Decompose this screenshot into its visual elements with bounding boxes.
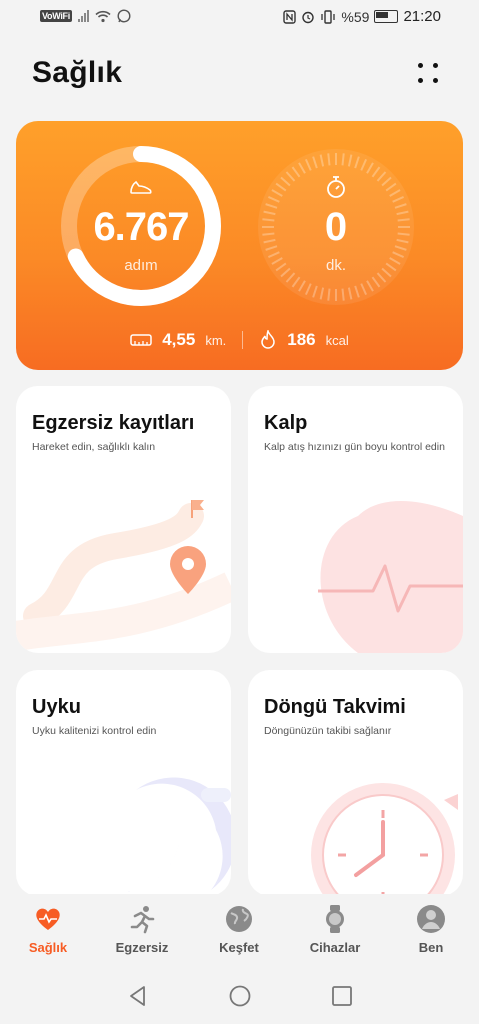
back-icon[interactable] bbox=[126, 984, 150, 1008]
flame-icon bbox=[261, 330, 276, 349]
profile-icon bbox=[417, 905, 445, 933]
steps-value: 6.767 bbox=[93, 205, 189, 249]
distance-calorie-row: 4,55 km. 186 kcal bbox=[16, 330, 463, 350]
battery-icon bbox=[374, 10, 399, 23]
nav-label: Keşfet bbox=[219, 940, 259, 955]
calories-value: 186 bbox=[287, 330, 316, 349]
stats-divider bbox=[242, 331, 244, 349]
nav-label: Egzersiz bbox=[115, 940, 169, 955]
recents-icon[interactable] bbox=[330, 984, 354, 1008]
shoe-icon bbox=[130, 180, 152, 194]
heart-rate-card[interactable]: Kalp Kalp atış hızınızı gün boyu kontrol… bbox=[248, 386, 463, 653]
heart-pulse-icon bbox=[36, 908, 60, 930]
minutes-value: 0 bbox=[324, 205, 348, 249]
steps-ring[interactable]: 6.767 adım bbox=[58, 143, 224, 309]
runner-icon bbox=[130, 906, 155, 934]
nav-tab-devices[interactable]: Cihazlar bbox=[295, 904, 375, 955]
status-bar: VoWiFi %59 21:20 bbox=[0, 0, 479, 36]
vowifi-badge: VoWiFi bbox=[40, 10, 72, 22]
tile-subtitle: Döngünüzün takibi sağlanır bbox=[264, 725, 392, 737]
nav-tab-health[interactable]: Sağlık bbox=[8, 904, 88, 955]
battery-percent: %59 bbox=[341, 8, 370, 25]
nav-tab-exercise[interactable]: Egzersiz bbox=[102, 904, 182, 955]
whatsapp-icon bbox=[117, 9, 131, 23]
nav-tab-discover[interactable]: Keşfet bbox=[199, 904, 279, 955]
watch-icon bbox=[326, 905, 344, 933]
activity-summary-card[interactable]: 6.767 adım 0 dk. 4,55 km. 186 kcal bbox=[16, 121, 463, 370]
alarm-icon bbox=[302, 11, 315, 23]
clock-time: 21:20 bbox=[403, 8, 441, 25]
nav-label: Ben bbox=[418, 940, 444, 955]
exercise-records-card[interactable]: Egzersiz kayıtları Hareket edin, sağlıkl… bbox=[16, 386, 231, 653]
distance-unit: km. bbox=[205, 332, 227, 348]
minutes-ring-tick bbox=[341, 288, 345, 301]
vibrate-icon bbox=[321, 9, 336, 24]
system-navigation-bar bbox=[0, 966, 479, 1024]
page-title: Sağlık bbox=[32, 56, 123, 89]
tile-subtitle: Hareket edin, sağlıklı kalın bbox=[32, 441, 156, 453]
stopwatch-icon bbox=[327, 176, 345, 198]
tile-title: Egzersiz kayıtları bbox=[32, 412, 195, 434]
tile-subtitle: Uyku kalitenizi kontrol edin bbox=[32, 725, 157, 737]
minutes-unit: dk. bbox=[325, 257, 346, 274]
globe-icon bbox=[226, 906, 252, 932]
nav-label: Cihazlar bbox=[309, 940, 361, 955]
steps-unit: adım bbox=[124, 257, 158, 274]
minutes-ring-tick bbox=[327, 153, 331, 166]
calories-unit: kcal bbox=[325, 332, 349, 348]
home-icon[interactable] bbox=[228, 984, 252, 1008]
more-options-button[interactable] bbox=[416, 60, 446, 90]
tile-subtitle: Kalp atış hızınızı gün boyu kontrol edin bbox=[264, 441, 445, 453]
nav-label: Sağlık bbox=[28, 940, 68, 955]
sleep-card[interactable]: Uyku Uyku kalitenizi kontrol edin bbox=[16, 670, 231, 896]
minutes-ring-tick bbox=[327, 288, 331, 301]
ruler-icon bbox=[130, 334, 152, 346]
tile-title: Uyku bbox=[32, 696, 81, 718]
nav-tab-me[interactable]: Ben bbox=[391, 904, 471, 955]
tile-title: Döngü Takvimi bbox=[264, 696, 406, 718]
bottom-navigation: Sağlık Egzersiz Keşfet Cihazlar Ben bbox=[0, 894, 479, 966]
minutes-ring-tick bbox=[341, 153, 345, 166]
wifi-icon bbox=[95, 10, 111, 22]
signal-icon bbox=[77, 10, 89, 22]
tile-title: Kalp bbox=[264, 412, 308, 434]
active-minutes-ring[interactable]: 0 dk. bbox=[256, 147, 416, 307]
cycle-calendar-card[interactable]: Döngü Takvimi Döngünüzün takibi sağlanır bbox=[248, 670, 463, 896]
nfc-icon bbox=[283, 9, 297, 24]
distance-value: 4,55 bbox=[162, 330, 196, 349]
